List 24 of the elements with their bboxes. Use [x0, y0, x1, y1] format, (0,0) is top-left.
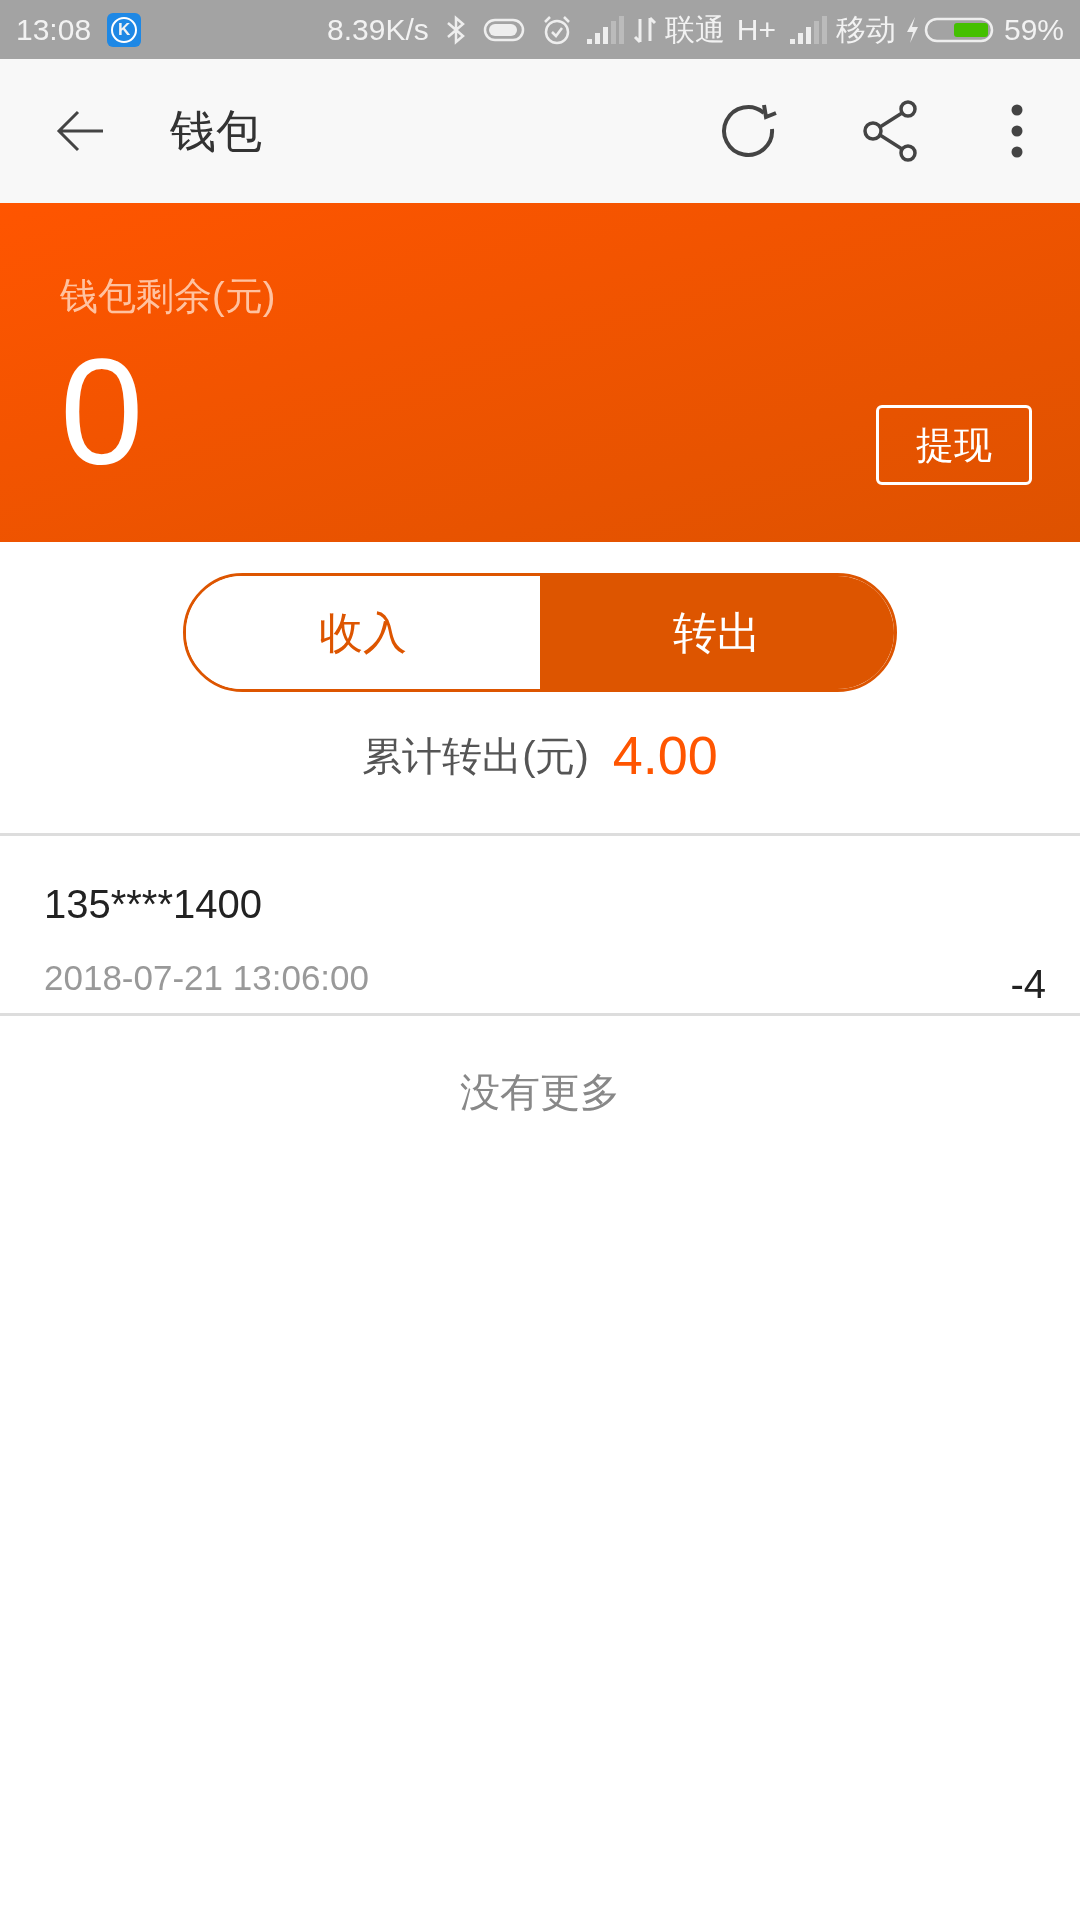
- page-title: 钱包: [170, 103, 262, 159]
- status-time: 13:08: [16, 12, 92, 48]
- balance-label: 钱包剩余(元): [60, 277, 276, 315]
- record-account: 135****1400: [44, 881, 262, 928]
- signal-icon: [787, 14, 828, 45]
- battery-percent: 59%: [1003, 12, 1064, 48]
- total-value: 4.00: [612, 724, 718, 787]
- balance-amount: 0: [60, 337, 145, 487]
- withdraw-button[interactable]: 提现: [876, 405, 1032, 485]
- carrier-name: 移动: [835, 12, 896, 48]
- back-icon: [56, 109, 106, 153]
- network-type: H+: [736, 12, 776, 48]
- tab[interactable]: 转出: [540, 576, 894, 689]
- more-icon: [1010, 103, 1024, 159]
- network-speed: 8.39K/s: [327, 12, 429, 48]
- app-badge: K: [107, 12, 142, 47]
- end-of-list-text: 没有更多: [460, 1069, 620, 1116]
- signal-icon: [584, 14, 625, 45]
- carrier-name: 联通: [664, 12, 725, 48]
- record-amount: -4: [1010, 961, 1046, 1008]
- more-button[interactable]: [1010, 103, 1024, 159]
- record-time: 2018-07-21 13:06:00: [44, 957, 369, 999]
- total-label: 累计转出(元): [362, 732, 589, 780]
- data-arrows-icon: [632, 14, 657, 45]
